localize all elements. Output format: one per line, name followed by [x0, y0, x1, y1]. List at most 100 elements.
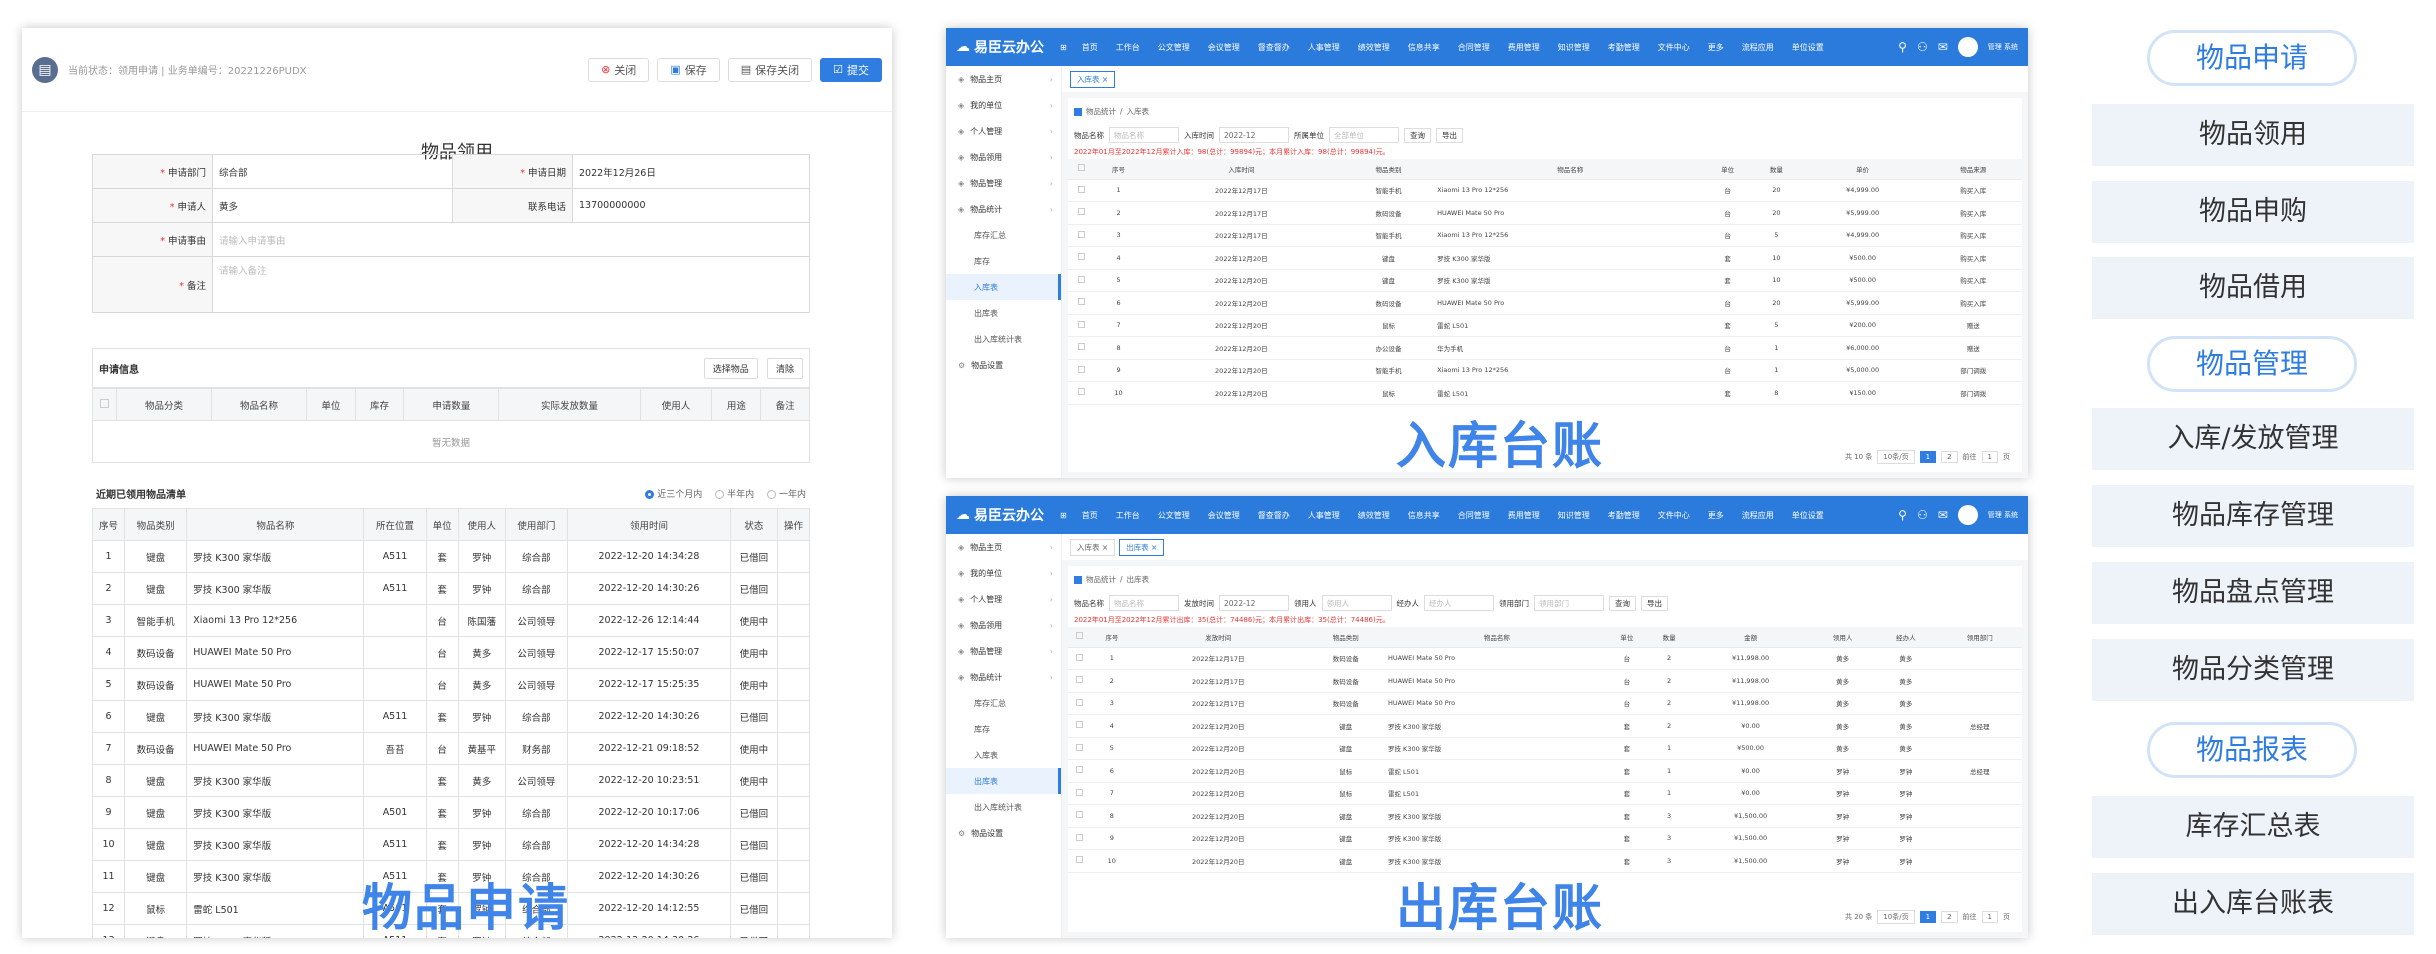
table-row[interactable]: 3 2022年12月17日 数码设备 HUAWEI Mate 50 Pro 台 2 ¥11,…: [1068, 692, 2022, 715]
nav-item[interactable]: 会议管理: [1208, 42, 1240, 53]
table-row[interactable]: 7 数码设备 HUAWEI Mate 50 Pro 吾苔台黄基平 财务部 2022-12-…: [92, 732, 810, 765]
message-icon[interactable]: ✉: [1938, 40, 1948, 54]
nav-item[interactable]: 考勤管理: [1608, 510, 1640, 521]
radio-3-months[interactable]: [645, 489, 655, 499]
menu-item[interactable]: 物品领用: [2092, 104, 2414, 166]
user-name[interactable]: 管理 系统: [1988, 510, 2018, 520]
applicant-value[interactable]: 黄多: [212, 188, 453, 223]
row-checkbox[interactable]: [1077, 208, 1085, 216]
table-row[interactable]: 5 数码设备 HUAWEI Mate 50 Pro 台黄多 公司领导 2022-12-17…: [92, 668, 810, 701]
table-row[interactable]: 1 2022年12月17日 数码设备 HUAWEI Mate 50 Pro 台 2 ¥11,…: [1068, 647, 2022, 670]
nav-item[interactable]: 更多: [1708, 42, 1724, 53]
nav-item[interactable]: 单位设置: [1792, 510, 1824, 521]
export-button[interactable]: 导出: [1641, 595, 1668, 611]
nav-item[interactable]: 信息共享: [1408, 42, 1440, 53]
row-checkbox[interactable]: [1075, 766, 1083, 774]
avatar[interactable]: [1957, 505, 1978, 525]
table-row[interactable]: 8 键盘 罗技 K300 家华版 套黄多 公司领导 2022-12-20 10:23:51…: [92, 764, 810, 797]
clear-button[interactable]: 清除: [766, 357, 803, 379]
row-checkbox[interactable]: [1075, 743, 1083, 751]
nav-item[interactable]: 考勤管理: [1608, 42, 1640, 53]
nav-item[interactable]: 公文管理: [1158, 510, 1190, 521]
sidebar-subitem[interactable]: 出库表: [946, 768, 1061, 794]
select-items-button[interactable]: 选择物品: [703, 357, 758, 379]
message-icon[interactable]: ✉: [1938, 508, 1948, 522]
row-checkbox[interactable]: [1075, 676, 1083, 684]
sidebar-item[interactable]: ◈ 物品管理 ›: [946, 170, 1061, 196]
nav-item[interactable]: 合同管理: [1458, 510, 1490, 521]
nav-item[interactable]: 工作台: [1116, 510, 1140, 521]
row-checkbox[interactable]: [1075, 811, 1083, 819]
sidebar-item[interactable]: ⚙ 物品设置: [946, 352, 1061, 378]
sidebar-item[interactable]: ◈ 物品主页 ›: [946, 66, 1061, 92]
sidebar-subitem[interactable]: 库存汇总: [946, 690, 1061, 716]
table-row[interactable]: 4 2022年12月20日 键盘 罗技 K300 家华版套 10 ¥500.00 购买入库: [1068, 246, 2022, 270]
pager-item[interactable]: 1: [1981, 911, 1998, 923]
submit-button[interactable]: ☑ 提交: [820, 57, 882, 82]
sidebar-item[interactable]: ◈ 物品管理 ›: [946, 638, 1061, 664]
menu-item[interactable]: 物品申购: [2092, 181, 2414, 243]
menu-item[interactable]: 库存汇总表: [2092, 796, 2414, 858]
time-input[interactable]: 2022-12: [1219, 595, 1289, 611]
time-input[interactable]: 2022-12: [1219, 127, 1289, 143]
table-row[interactable]: 2 键盘 罗技 K300 家华版 A511 套罗钟 综合部 2022-12-20 14:30…: [92, 572, 810, 605]
table-row[interactable]: 5 2022年12月20日 键盘 罗技 K300 家华版套 1 ¥500.00 黄多 黄多: [1068, 737, 2022, 760]
row-checkbox[interactable]: [1075, 788, 1083, 796]
row-checkbox[interactable]: [1077, 320, 1085, 328]
pager-item[interactable]: 共 10 条: [1845, 452, 1872, 462]
sidebar-item[interactable]: ◈ 我的单位 ›: [946, 92, 1061, 118]
nav-item[interactable]: 费用管理: [1508, 510, 1540, 521]
menu-item[interactable]: 物品借用: [2092, 257, 2414, 319]
table-row[interactable]: 1 2022年12月17日 智能手机 Xiaomi 13 Pro 12*256 台 20 ¥…: [1068, 179, 2022, 202]
table-row[interactable]: 1 键盘 罗技 K300 家华版 A511 套罗钟 综合部 2022-12-20 14:34…: [92, 540, 810, 573]
nav-item[interactable]: 督查督办: [1258, 510, 1290, 521]
sidebar-item[interactable]: ◈ 我的单位 ›: [946, 560, 1061, 586]
nav-item[interactable]: 督查督办: [1258, 42, 1290, 53]
nav-item[interactable]: 人事管理: [1308, 42, 1340, 53]
name-input[interactable]: 物品名称: [1109, 595, 1179, 611]
page-tab[interactable]: 入库表 ×: [1070, 538, 1116, 556]
pager-item[interactable]: 前往: [1963, 912, 1977, 922]
table-row[interactable]: 10 键盘 罗技 K300 家华版 A511 套罗钟 综合部 2022-12-20 14:3…: [92, 828, 810, 861]
save-close-button[interactable]: ▤ 保存关闭: [727, 57, 813, 82]
sidebar-item[interactable]: ◈ 物品统计 ›: [946, 664, 1061, 690]
row-checkbox[interactable]: [1077, 365, 1085, 373]
nav-item[interactable]: 公文管理: [1158, 42, 1190, 53]
nav-item[interactable]: 首页: [1082, 510, 1098, 521]
radio-one-year[interactable]: [766, 489, 776, 499]
org-icon[interactable]: ⚇: [1917, 508, 1928, 522]
select-all-checkbox[interactable]: [100, 398, 109, 408]
sidebar-item[interactable]: ⚙ 物品设置: [946, 820, 1061, 846]
operator-input[interactable]: 经办人: [1424, 595, 1494, 611]
pager-item[interactable]: 前往: [1963, 452, 1977, 462]
table-row[interactable]: 6 2022年12月20日 数码设备 HUAWEI Mate 50 Pro 台 20 ¥5,…: [1068, 291, 2022, 315]
table-row[interactable]: 5 2022年12月20日 键盘 罗技 K300 家华版套 10 ¥500.00 购买入库: [1068, 269, 2022, 292]
nav-item[interactable]: 合同管理: [1458, 42, 1490, 53]
nav-item[interactable]: 首页: [1082, 42, 1098, 53]
table-row[interactable]: 8 2022年12月20日 办公设备 华为手机台 1 ¥6,000.00 赠送: [1068, 336, 2022, 360]
pager-item[interactable]: 页: [2003, 452, 2010, 462]
table-row[interactable]: 6 键盘 罗技 K300 家华版 A511 套罗钟 综合部 2022-12-20 14:30…: [92, 700, 810, 733]
sidebar-subitem[interactable]: 出入库统计表: [946, 326, 1061, 352]
pager-item[interactable]: 1: [1919, 911, 1937, 923]
row-checkbox[interactable]: [1075, 856, 1083, 864]
search-button[interactable]: 查询: [1404, 127, 1431, 143]
row-checkbox[interactable]: [1077, 388, 1085, 396]
pager-item[interactable]: 页: [2003, 912, 2010, 922]
menu-item[interactable]: 入库/发放管理: [2092, 408, 2414, 470]
dept-select[interactable]: 领用部门: [1534, 595, 1604, 611]
nav-item[interactable]: 文件中心: [1658, 42, 1690, 53]
table-row[interactable]: 8 2022年12月20日 键盘 罗技 K300 家华版套 3 ¥1,500.00 罗钟 罗钟: [1068, 804, 2022, 828]
user-name[interactable]: 管理 系统: [1988, 42, 2018, 52]
radio-half-year[interactable]: [715, 489, 725, 499]
sidebar-subitem[interactable]: 入库表: [946, 742, 1061, 768]
row-checkbox[interactable]: [1077, 253, 1085, 261]
table-row[interactable]: 7 2022年12月20日 鼠标 雷蛇 L501 套 1 ¥0.00 罗钟 罗钟: [1068, 782, 2022, 805]
export-button[interactable]: 导出: [1436, 127, 1463, 143]
row-checkbox[interactable]: [1077, 343, 1085, 351]
name-input[interactable]: 物品名称: [1109, 127, 1179, 143]
reason-input[interactable]: 请输入申请事由: [212, 222, 810, 257]
search-icon[interactable]: ⚲: [1898, 40, 1907, 54]
nav-item[interactable]: 信息共享: [1408, 510, 1440, 521]
menu-head-application[interactable]: 物品申请: [2147, 30, 2357, 86]
